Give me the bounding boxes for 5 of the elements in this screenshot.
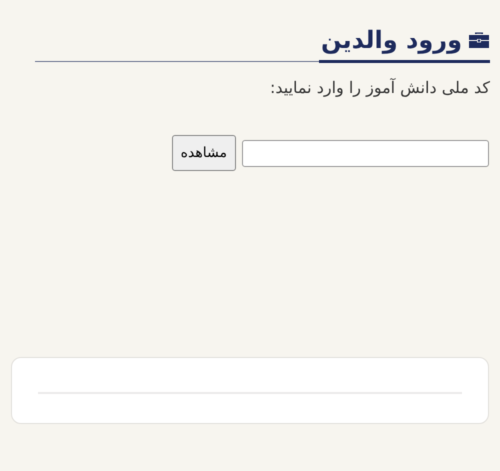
national-id-field[interactable]	[242, 140, 489, 166]
view-button[interactable]: مشاهده	[172, 135, 236, 171]
briefcase-icon	[468, 31, 490, 49]
instruction-text: کد ملی دانش آموز را وارد نمایید:	[268, 78, 490, 97]
page-title: ورود والدین	[321, 26, 462, 54]
